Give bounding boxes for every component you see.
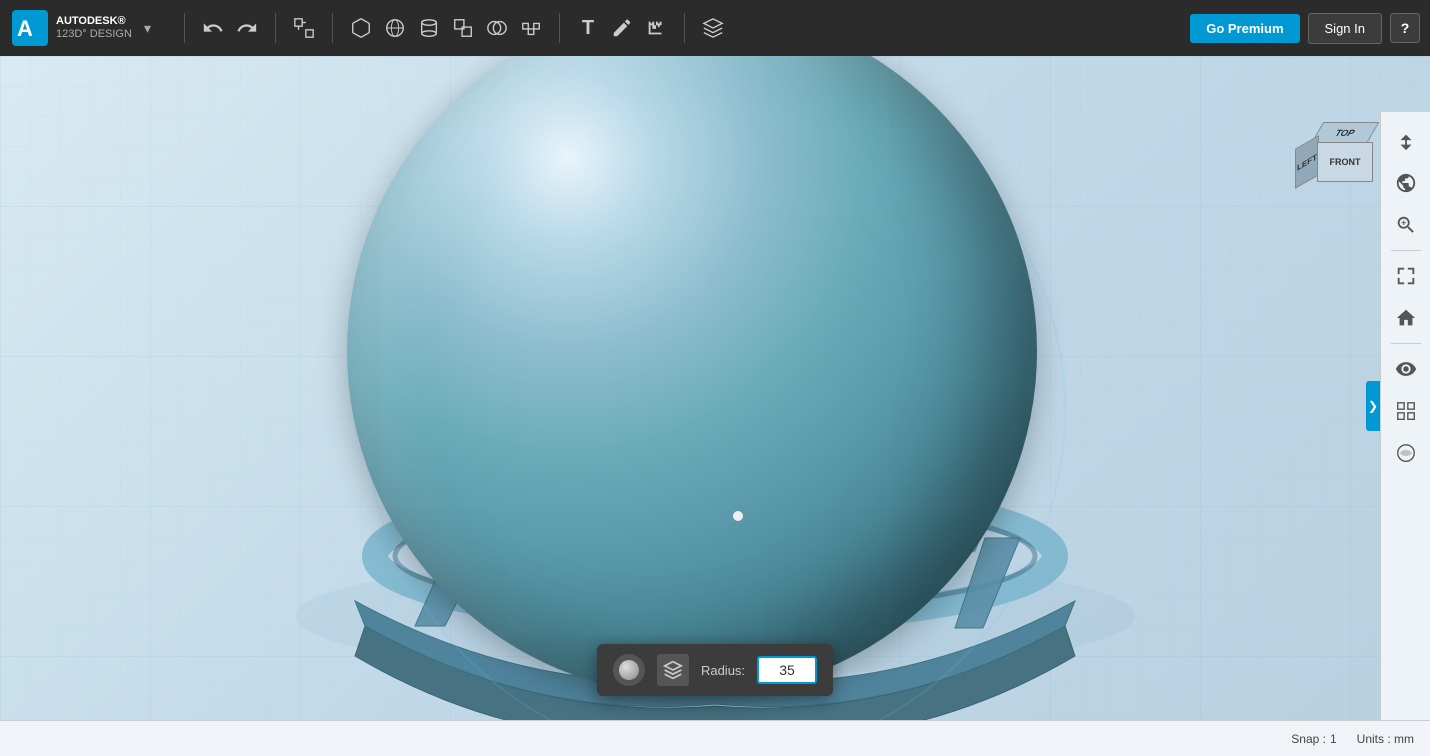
help-btn[interactable]: ? (1390, 13, 1420, 43)
undo-btn[interactable] (197, 12, 229, 44)
display-mode-btn[interactable] (1387, 392, 1425, 430)
units-status: Units : mm (1357, 732, 1414, 746)
radius-label: Radius: (701, 663, 745, 678)
snap-value: 1 (1330, 732, 1337, 746)
logo-area: A AUTODESK® 123D° DESIGN ▾ (0, 10, 180, 46)
transform-tools-group (280, 12, 328, 44)
cylinder-tool-btn[interactable] (413, 12, 445, 44)
sphere-tool-btn[interactable] (379, 12, 411, 44)
header: A AUTODESK® 123D° DESIGN ▾ (0, 0, 1430, 56)
svg-text:A: A (17, 16, 33, 41)
sign-in-btn[interactable]: Sign In (1308, 13, 1382, 44)
cube-left-face[interactable]: LEFT (1295, 135, 1319, 189)
header-right: Go Premium Sign In ? (1190, 13, 1430, 44)
status-bar: Snap : 1 Units : mm (0, 720, 1430, 756)
appearance-btn[interactable] (1387, 350, 1425, 388)
go-premium-btn[interactable]: Go Premium (1190, 14, 1299, 43)
measure-tool-btn[interactable] (640, 12, 672, 44)
collapse-panel-tab[interactable]: ❯ (1366, 381, 1380, 431)
separator-1 (184, 13, 185, 43)
snap-label: Snap : (1291, 732, 1326, 746)
combine-tool-btn[interactable] (447, 12, 479, 44)
layers-group (689, 12, 737, 44)
radius-input-panel: Radius: (597, 644, 833, 696)
sketch-tool-btn[interactable] (606, 12, 638, 44)
cube-top-face[interactable]: TOP (1311, 122, 1380, 144)
separator-3 (332, 13, 333, 43)
logo-text-area: AUTODESK® 123D° DESIGN (56, 15, 132, 41)
view-cube[interactable]: TOP LEFT FRONT (1295, 122, 1375, 202)
tools-group2: T (564, 12, 680, 44)
box-tool-btn[interactable] (345, 12, 377, 44)
redo-btn[interactable] (231, 12, 263, 44)
viewport[interactable]: TOP LEFT FRONT (0, 56, 1430, 756)
autodesk-logo-icon: A (12, 10, 48, 46)
cube-front-face[interactable]: FRONT (1317, 142, 1373, 182)
center-dot (733, 511, 743, 521)
sphere-mode-btn[interactable] (613, 654, 645, 686)
home-view-btn[interactable] (1387, 299, 1425, 337)
separator-4 (559, 13, 560, 43)
snap-status: Snap : 1 (1291, 732, 1336, 746)
brand-name: AUTODESK® (56, 15, 132, 28)
materials-btn[interactable] (1387, 434, 1425, 472)
layers-tool-btn[interactable] (697, 12, 729, 44)
undo-redo-group (189, 12, 271, 44)
layers-mode-btn[interactable] (657, 654, 689, 686)
radius-input[interactable] (757, 656, 817, 684)
pan-btn[interactable] (1387, 122, 1425, 160)
subtract-tool-btn[interactable] (481, 12, 513, 44)
group-tool-btn[interactable] (515, 12, 547, 44)
separator-5 (684, 13, 685, 43)
transform-btn[interactable] (288, 12, 320, 44)
logo-dropdown-btn[interactable]: ▾ (144, 20, 151, 37)
panel-sep-1 (1391, 250, 1421, 251)
text-tool-btn[interactable]: T (572, 12, 604, 44)
shapes-group (337, 12, 555, 44)
zoom-btn[interactable] (1387, 206, 1425, 244)
separator-2 (275, 13, 276, 43)
right-panel (1380, 112, 1430, 756)
panel-sep-2 (1391, 343, 1421, 344)
orbit-btn[interactable] (1387, 164, 1425, 202)
cube-container: TOP LEFT FRONT (1295, 122, 1375, 202)
product-name: 123D° DESIGN (56, 28, 132, 41)
units-label: Units : mm (1357, 732, 1414, 746)
fit-view-btn[interactable] (1387, 257, 1425, 295)
